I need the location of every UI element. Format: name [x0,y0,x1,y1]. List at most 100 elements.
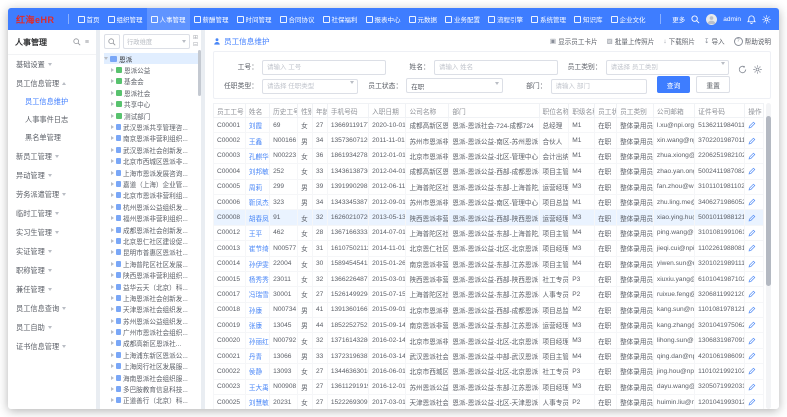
employee-name-link[interactable]: 冯瑞雪 [245,287,269,302]
edit-icon[interactable] [748,121,760,129]
tree-caret-icon[interactable] [111,102,114,106]
edit-icon[interactable] [748,306,760,314]
tree-node[interactable]: 上海普陀区社区发展... [104,258,198,269]
bell-icon[interactable] [747,15,756,24]
tree-caret-icon[interactable] [111,296,114,300]
sidebar-item-员工信息管理[interactable]: 员工信息管理 [8,74,96,93]
reset-button[interactable]: 重置 [696,76,730,93]
nav-item-首页[interactable]: 首页 [74,8,104,30]
table-row[interactable]: C00001刘霞69女27136691191772020-10-01成都高新区恩… [214,118,764,133]
edit-icon[interactable] [748,321,760,329]
sidebar-subitem-员工信息维护[interactable]: 员工信息维护 [8,93,96,111]
edit-icon[interactable] [748,275,760,283]
tree-caret-icon[interactable] [111,159,114,163]
sidebar-item-临时工管理[interactable]: 临时工管理 [8,204,96,223]
toolbar-help[interactable]: ?帮助说明 [734,36,771,46]
search-icon[interactable] [73,38,81,46]
table-row[interactable]: C00013崔节绮N00577女31161075021122014-11-01北… [214,241,764,256]
tree-node[interactable]: 上海市恩派发展咨询... [104,167,198,178]
tree-node[interactable]: 恩派公益 [104,64,198,75]
tree-caret-icon[interactable] [111,171,114,175]
tree-caret-icon[interactable] [111,125,114,129]
select-员工类别[interactable] [606,60,730,75]
table-row[interactable]: C00018孙康N00734男41139136016672015-09-01北京… [214,302,764,317]
tree-node[interactable]: 天津恩派社会组织发... [104,304,198,315]
tree-caret-icon[interactable] [111,262,114,266]
nav-item-元数据[interactable]: 元数据 [405,8,442,30]
tree-node[interactable]: 武汉恩派社会创新发... [104,144,198,155]
search-icon[interactable] [691,15,700,24]
employee-name-link[interactable]: 崔节绮 [245,241,269,256]
gear-icon[interactable] [753,65,762,74]
collapse-all-icon[interactable]: ⊟ [193,42,198,48]
tree-caret-icon[interactable] [111,193,114,197]
tree-caret-icon[interactable] [111,387,114,391]
select-员工状态[interactable] [406,78,502,93]
tree-node[interactable]: 博维（上海）企业管... [104,406,198,409]
nav-item-社保福利[interactable]: 社保福利 [319,8,362,30]
edit-icon[interactable] [748,398,760,406]
edit-icon[interactable] [748,337,760,345]
employee-name-link[interactable]: 孙伊雯 [245,256,269,271]
tree-caret-icon[interactable] [111,273,114,277]
tree-caret-icon[interactable] [111,136,114,140]
employee-name-link[interactable]: 杨秀秀 [245,271,269,286]
sidebar-item-员工自助[interactable]: 员工自助 [8,318,96,337]
nav-item-假勤测算[interactable]: 假勤测算 [650,8,652,30]
tree-node[interactable]: 多巴胺教育信息科技... [104,383,198,394]
search-button[interactable]: 查询 [657,76,691,93]
nav-item-合同协议[interactable]: 合同协议 [276,8,319,30]
edit-icon[interactable] [748,352,760,360]
tree-node[interactable]: 上海恩派社会创新发... [104,292,198,303]
tree-caret-icon[interactable] [111,398,114,402]
sidebar-item-证书信息管理[interactable]: 证书信息管理 [8,337,96,356]
tree-dimension-select[interactable]: 行政维度 [123,34,190,49]
sidebar-item-职称管理[interactable]: 职称管理 [8,261,96,280]
employee-name-link[interactable]: 王平 [245,225,269,240]
table-row[interactable]: C00025刘慧敏20231女27152226930912017-03-01天津… [214,395,764,409]
table-row[interactable]: C00020孙丽红N00792女32137161432802016-02-14北… [214,333,764,348]
edit-icon[interactable] [748,244,760,252]
tree-node[interactable]: 成都高新区恩派社... [104,338,198,349]
tree-caret-icon[interactable] [111,353,114,357]
tree-node[interactable]: 南京恩派非营利组织... [104,133,198,144]
nav-item-人事管理[interactable]: 人事管理 [147,8,190,30]
tree-node[interactable]: 成都恩派社会创新发... [104,224,198,235]
tree-node-root[interactable]: 恩派 [104,53,198,64]
employee-name-link[interactable]: 孔麒华 [245,148,269,163]
employee-name-link[interactable]: 周莉 [245,179,269,194]
edit-icon[interactable] [748,137,760,145]
employee-name-link[interactable]: 孙康 [245,302,269,317]
tree-node[interactable]: 北京市西城区恩派非... [104,156,198,167]
gear-icon[interactable] [762,15,771,24]
tree-node[interactable]: 共享中心 [104,99,198,110]
tree-scrollbar[interactable] [198,50,201,96]
tree-caret-icon[interactable] [111,285,114,289]
edit-icon[interactable] [748,183,760,191]
table-row[interactable]: C00012王平462女28136716633322014-07-01上海普陀区… [214,225,764,240]
tree-node[interactable]: 上海闵行社区发展服... [104,361,198,372]
employee-name-link[interactable]: 刘邦敏 [245,164,269,179]
tree-caret-icon[interactable] [111,79,114,83]
edit-icon[interactable] [748,260,760,268]
avatar[interactable] [706,14,717,25]
sidebar-item-异动管理[interactable]: 异动管理 [8,166,96,185]
tree-caret-icon[interactable] [111,68,114,72]
tree-node[interactable]: 基金会 [104,76,198,87]
sidebar-item-员工信息查询[interactable]: 员工信息查询 [8,299,96,318]
table-row[interactable]: C00015杨秀秀23011女32136622648712015-03-01陕西… [214,271,764,286]
employee-name-link[interactable]: 丹青 [245,348,269,363]
edit-icon[interactable] [748,198,760,206]
nav-more[interactable]: 更多 [672,14,685,24]
table-row[interactable]: C00019张康13045男44185225275212015-09-14南京恩… [214,318,764,333]
tree-caret-icon[interactable] [111,114,114,118]
tree-caret-icon[interactable] [111,376,114,380]
expand-all-icon[interactable]: ⊞ [193,35,198,41]
nav-item-业务配置[interactable]: 业务配置 [441,8,484,30]
edit-icon[interactable] [748,383,760,391]
nav-item-企业文化[interactable]: 企业文化 [607,8,650,30]
tree-node[interactable]: 苏州恩派公益组织发... [104,315,198,326]
table-row[interactable]: C00004刘邦敏252女33134361387302012-04-01成都高新… [214,164,764,179]
tree-caret-icon[interactable] [111,307,114,311]
tree-caret-icon[interactable] [111,148,114,152]
